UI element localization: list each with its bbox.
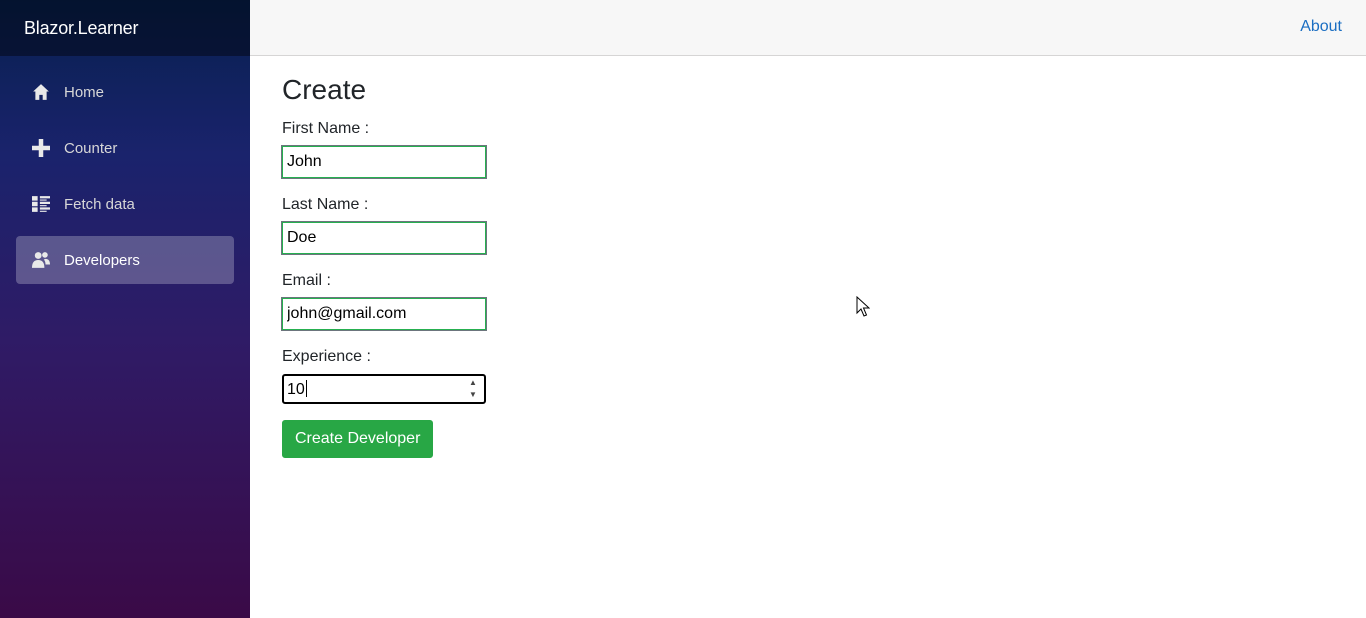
email-label: Email : — [282, 272, 331, 289]
app-root: Blazor.Learner Home Counter Fetch data D… — [0, 0, 1366, 618]
list-icon — [32, 195, 50, 213]
experience-field[interactable]: 10 ▲ ▼ — [282, 374, 486, 404]
nav-menu: Home Counter Fetch data Developers — [0, 56, 250, 284]
brand-link[interactable]: Blazor.Learner — [24, 18, 138, 39]
email-field[interactable] — [281, 297, 487, 331]
spinner-up-icon[interactable]: ▲ — [469, 378, 477, 388]
sidebar-item-label: Fetch data — [64, 195, 135, 213]
sidebar: Blazor.Learner Home Counter Fetch data D… — [0, 0, 250, 618]
page-title: Create — [282, 74, 367, 105]
experience-label: Experience : — [282, 348, 371, 365]
sidebar-item-label: Developers — [64, 251, 140, 269]
last-name-field[interactable] — [281, 221, 487, 255]
spinner-down-icon[interactable]: ▼ — [469, 390, 477, 400]
top-bar: About — [250, 0, 1366, 56]
main-content: Create First Name : Last Name : Email : … — [281, 72, 882, 458]
text-caret — [305, 380, 307, 397]
create-developer-button[interactable]: Create Developer — [282, 420, 434, 458]
mouse-pointer-icon — [856, 296, 870, 317]
first-name-label: First Name : — [282, 120, 370, 137]
sidebar-item-label: Home — [64, 83, 105, 101]
sidebar-item-label: Counter — [64, 139, 118, 157]
plus-icon — [32, 139, 50, 157]
sidebar-item-developers[interactable]: Developers — [16, 236, 234, 284]
brand-bar: Blazor.Learner — [0, 0, 250, 56]
experience-value: 10 — [287, 380, 307, 398]
first-name-field[interactable] — [281, 145, 487, 179]
sidebar-item-counter[interactable]: Counter — [16, 124, 234, 172]
people-icon — [32, 251, 50, 269]
sidebar-item-fetch-data[interactable]: Fetch data — [16, 180, 234, 228]
about-link[interactable]: About — [1300, 18, 1342, 36]
sidebar-item-home[interactable]: Home — [16, 68, 234, 116]
number-spinner[interactable]: ▲ ▼ — [466, 378, 480, 400]
last-name-label: Last Name : — [282, 196, 369, 213]
home-icon — [32, 83, 50, 101]
